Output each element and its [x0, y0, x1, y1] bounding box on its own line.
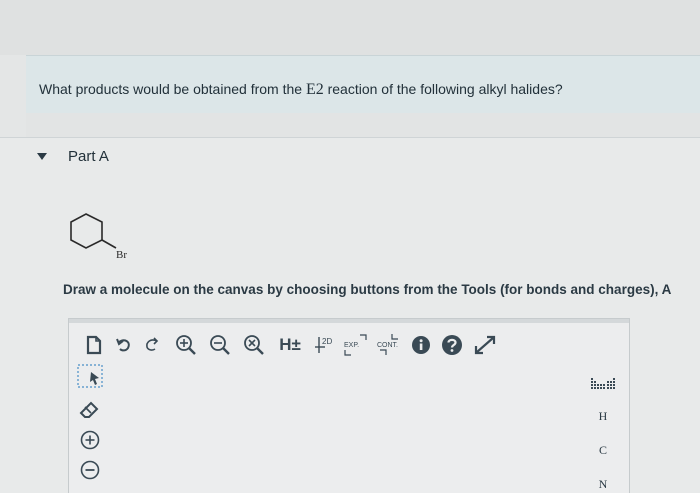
eraser-tool-button[interactable]: [75, 397, 105, 423]
zoom-out-button[interactable]: [207, 331, 233, 359]
contract-icon: CONT.: [377, 334, 398, 355]
collapse-caret-icon[interactable]: [37, 153, 47, 160]
atom-toolbar: H C N: [583, 371, 623, 491]
hydrogen-toggle-label: H±: [279, 335, 301, 354]
undo-icon: [116, 338, 130, 352]
positive-charge-button[interactable]: [75, 427, 105, 453]
plus-charge-icon: [80, 430, 100, 450]
expand-icon: EXP.: [344, 334, 367, 356]
question-text: What products would be obtained from the…: [39, 81, 563, 99]
two-d-label: 2D: [322, 337, 332, 346]
zoom-out-icon: [210, 335, 230, 355]
expand-label: EXP.: [344, 342, 359, 349]
question-text-end: reaction of the following alkyl halides?: [323, 81, 563, 97]
question-text-part: What products would be obtained from the: [39, 81, 306, 97]
instruction-text: Draw a molecule on the canvas by choosin…: [63, 282, 672, 297]
fullscreen-arrow-icon: [474, 335, 496, 355]
question-bar: What products would be obtained from the…: [26, 55, 700, 114]
help-icon: [442, 335, 462, 355]
negative-charge-button[interactable]: [75, 457, 105, 483]
expand-button[interactable]: EXP.: [341, 331, 369, 359]
redo-icon: [146, 337, 159, 351]
periodic-table-button[interactable]: [583, 377, 623, 395]
atom-button-carbon[interactable]: C: [583, 443, 623, 458]
drawing-canvas[interactable]: [109, 361, 579, 493]
contract-label: CONT.: [377, 342, 398, 349]
editor-toolbar: H± 2D EXP. CONT.: [69, 331, 629, 361]
atom-button-nitrogen[interactable]: N: [583, 477, 623, 492]
minus-charge-icon: [80, 460, 100, 480]
select-tool-button[interactable]: [75, 363, 105, 389]
zoom-in-icon: [176, 335, 196, 355]
clear-button[interactable]: [241, 331, 267, 359]
top-strip: [0, 0, 700, 55]
new-document-icon: [86, 335, 102, 355]
info-icon: [412, 336, 430, 354]
eraser-icon: [79, 401, 99, 418]
left-toolbar: [75, 359, 105, 493]
atom-button-hydrogen[interactable]: H: [583, 409, 623, 424]
hydrogen-toggle-button[interactable]: H±: [275, 331, 305, 359]
info-button[interactable]: [409, 331, 433, 359]
contract-button[interactable]: CONT.: [373, 331, 403, 359]
selection-arrow-icon: [77, 364, 103, 388]
periodic-table-icon: [591, 378, 615, 389]
new-document-button[interactable]: [81, 331, 107, 359]
clear-icon: [244, 335, 264, 355]
zoom-in-button[interactable]: [173, 331, 199, 359]
molecule-editor: H± 2D EXP. CONT. H C N: [68, 318, 630, 493]
part-label[interactable]: Part A: [68, 148, 109, 165]
help-button[interactable]: [439, 331, 465, 359]
gap-band: [26, 113, 700, 137]
two-d-button[interactable]: 2D: [311, 331, 339, 359]
two-d-icon: 2D: [315, 337, 332, 353]
redo-button[interactable]: [141, 331, 163, 359]
bromine-label: Br: [116, 249, 127, 261]
cyclohexyl-bromide-structure: Br: [70, 213, 127, 261]
question-reaction: E2: [305, 81, 324, 98]
undo-button[interactable]: [113, 331, 135, 359]
editor-top-line: [69, 319, 629, 323]
fullscreen-button[interactable]: [471, 331, 499, 359]
